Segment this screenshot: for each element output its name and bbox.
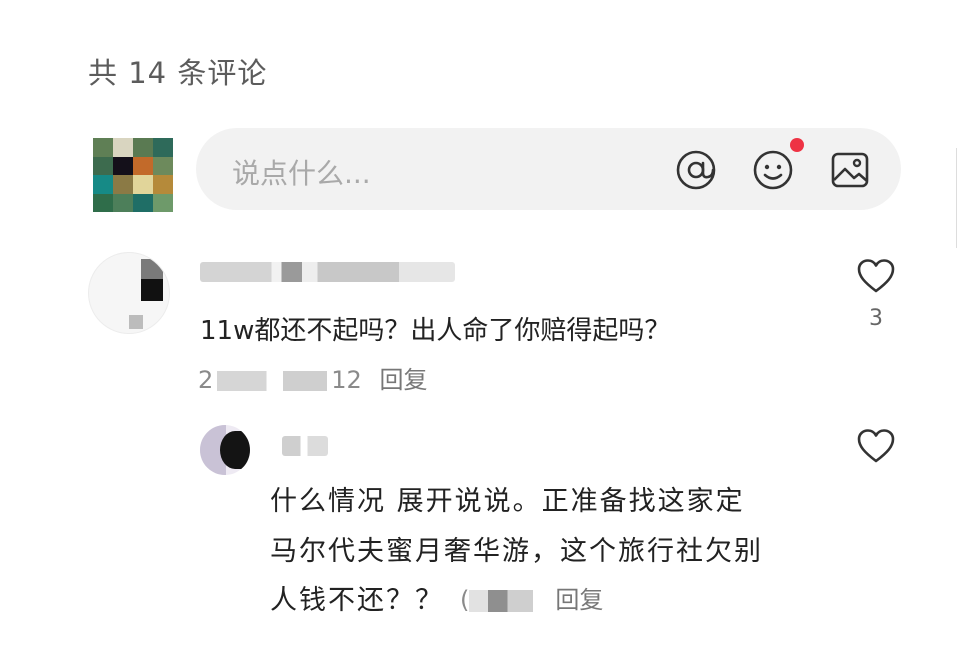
comment-date-blurred — [217, 371, 328, 391]
replier-username-blurred[interactable] — [282, 436, 328, 456]
heart-icon[interactable] — [856, 428, 896, 464]
comment-date-suffix: 12 — [331, 366, 362, 394]
comment-text: 11w都还不起吗？出人命了你赔得起吗？ — [200, 316, 671, 346]
replier-avatar[interactable] — [200, 425, 250, 475]
reply-date-blurred — [469, 590, 534, 612]
comment-input-placeholder: 说点什么... — [232, 157, 371, 190]
comments-panel: 共 14 条评论 说点什么... 11w都还不起吗？出人命了你赔得起吗？ 2 1… — [0, 0, 959, 664]
like-count: 3 — [869, 306, 883, 331]
reply-text-line: 什么情况 展开说说。正准备找这家定 — [270, 486, 745, 517]
comment-meta: 2 12 回复 — [198, 360, 427, 395]
reply-button[interactable]: 回复 — [379, 366, 427, 394]
reply-text-line: 马尔代夫蜜月奢华游，这个旅行社欠别 — [270, 536, 763, 567]
like-button[interactable]: 3 — [856, 258, 896, 331]
image-icon[interactable] — [828, 148, 872, 192]
reply-text-line: 人钱不还？？ — [270, 585, 444, 616]
reply-button[interactable]: 回复 — [555, 586, 603, 614]
like-button[interactable] — [856, 428, 896, 464]
notification-dot — [790, 138, 804, 152]
reply-date-prefix: ( — [460, 586, 470, 614]
my-avatar[interactable] — [93, 138, 173, 212]
heart-icon[interactable] — [856, 258, 896, 294]
comment-date-prefix: 2 — [198, 366, 214, 394]
commenter-avatar[interactable] — [88, 252, 170, 334]
reply-meta: ( 回复 — [460, 580, 603, 615]
at-icon[interactable] — [674, 148, 718, 192]
comment-count-title: 共 14 条评论 — [88, 56, 268, 90]
commenter-username-blurred[interactable] — [200, 262, 455, 282]
comment-input[interactable]: 说点什么... — [196, 128, 901, 210]
emoji-icon[interactable] — [751, 148, 795, 192]
